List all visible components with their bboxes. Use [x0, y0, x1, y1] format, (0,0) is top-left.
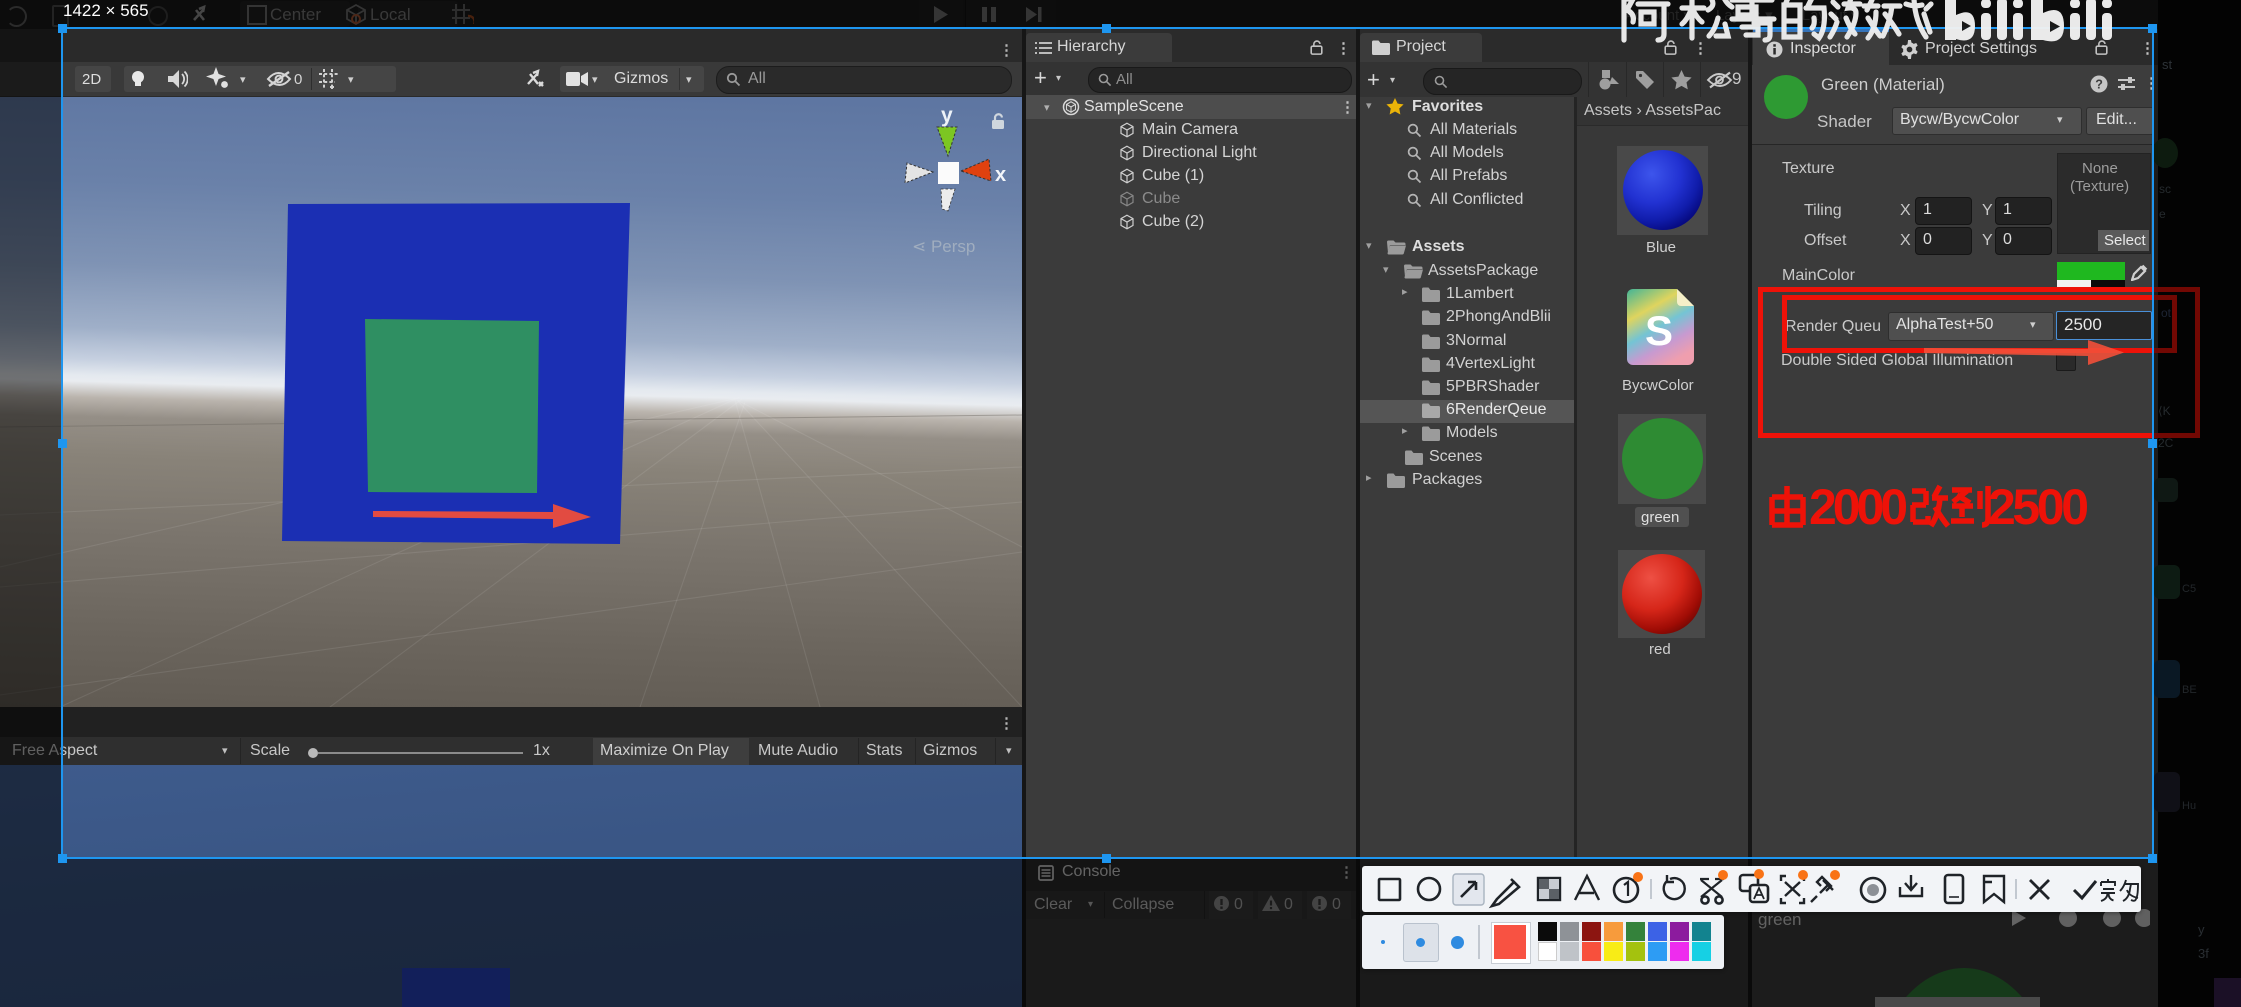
svg-text:2500: 2500	[1988, 483, 2089, 531]
svg-text:y: y	[941, 105, 953, 127]
svg-text:S: S	[1645, 307, 1673, 354]
svg-text:2000: 2000	[1809, 483, 1908, 531]
svg-text:?: ?	[2095, 78, 2103, 92]
svg-text:x: x	[995, 164, 1006, 186]
